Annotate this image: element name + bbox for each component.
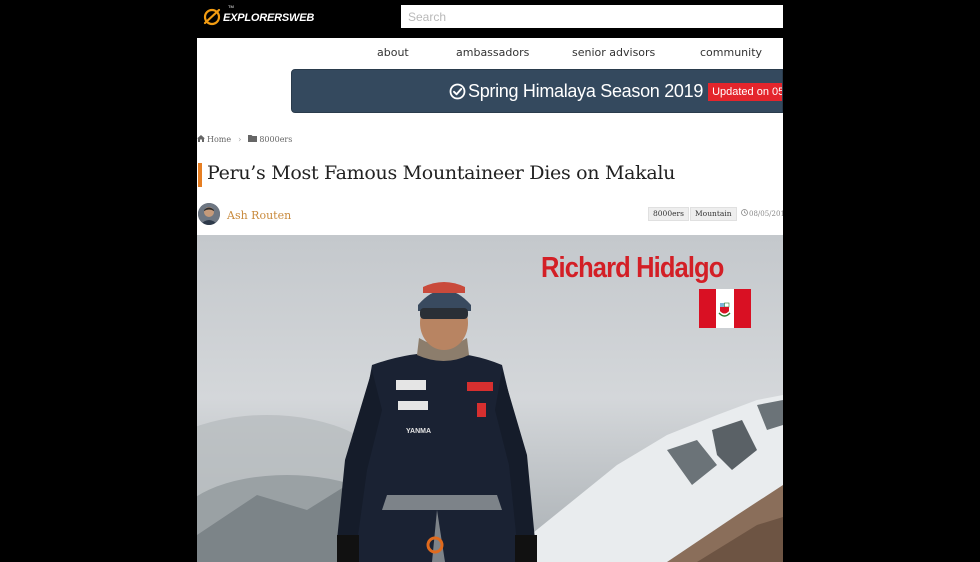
hero-image: YANMA Richard Hidalgo (197, 235, 783, 562)
search-input[interactable] (401, 5, 783, 28)
logo-tm: TM (228, 4, 234, 9)
jacket-label-yanma: YANMA (406, 428, 431, 435)
flag-stripe-right (733, 289, 751, 328)
article-title: Peru’s Most Famous Mountaineer Dies on M… (207, 162, 676, 184)
breadcrumb: Home › 8000ers (197, 135, 292, 144)
chevron-right-icon: › (238, 135, 242, 144)
hero-caption: Richard Hidalgo (541, 252, 724, 284)
top-bar: TM EXPLORERSWEB (197, 0, 783, 38)
flag-stripe-left (699, 289, 717, 328)
flag-stripe-center (716, 289, 734, 328)
publish-date-text: 08/05/2019 (749, 209, 783, 218)
check-circle-icon (449, 83, 466, 100)
nav-item-community[interactable]: community (700, 46, 762, 59)
breadcrumb-category[interactable]: 8000ers (259, 135, 292, 144)
tag-8000ers[interactable]: 8000ers (648, 207, 689, 221)
logo-text: EXPLORERSWEB (223, 12, 315, 24)
folder-icon (248, 135, 258, 144)
clock-icon (741, 209, 749, 218)
nav-item-about[interactable]: about (377, 46, 409, 59)
tag-mountain[interactable]: Mountain (690, 207, 737, 221)
author-avatar[interactable] (198, 203, 220, 225)
peru-flag (699, 289, 751, 328)
author-link[interactable]: Ash Routen (227, 209, 291, 222)
logo-swoosh-icon (202, 6, 222, 26)
title-accent-bar (198, 163, 202, 187)
page: TM EXPLORERSWEB about ambassadors senior… (197, 0, 783, 562)
updated-badge: Updated on 05/08 (708, 82, 782, 101)
nav-item-ambassadors[interactable]: ambassadors (456, 46, 529, 59)
home-icon (197, 135, 205, 144)
publish-date: 08/05/2019 (741, 209, 783, 218)
season-banner[interactable]: Spring Himalaya Season 2019 Updated on 0… (291, 69, 783, 113)
main-nav: about ambassadors senior advisors commun… (197, 38, 783, 68)
breadcrumb-home[interactable]: Home (207, 135, 231, 144)
season-title: Spring Himalaya Season 2019 (468, 81, 704, 101)
nav-item-senior-advisors[interactable]: senior advisors (572, 46, 655, 59)
site-logo[interactable]: TM EXPLORERSWEB (202, 4, 315, 27)
coat-of-arms-icon (718, 302, 731, 317)
